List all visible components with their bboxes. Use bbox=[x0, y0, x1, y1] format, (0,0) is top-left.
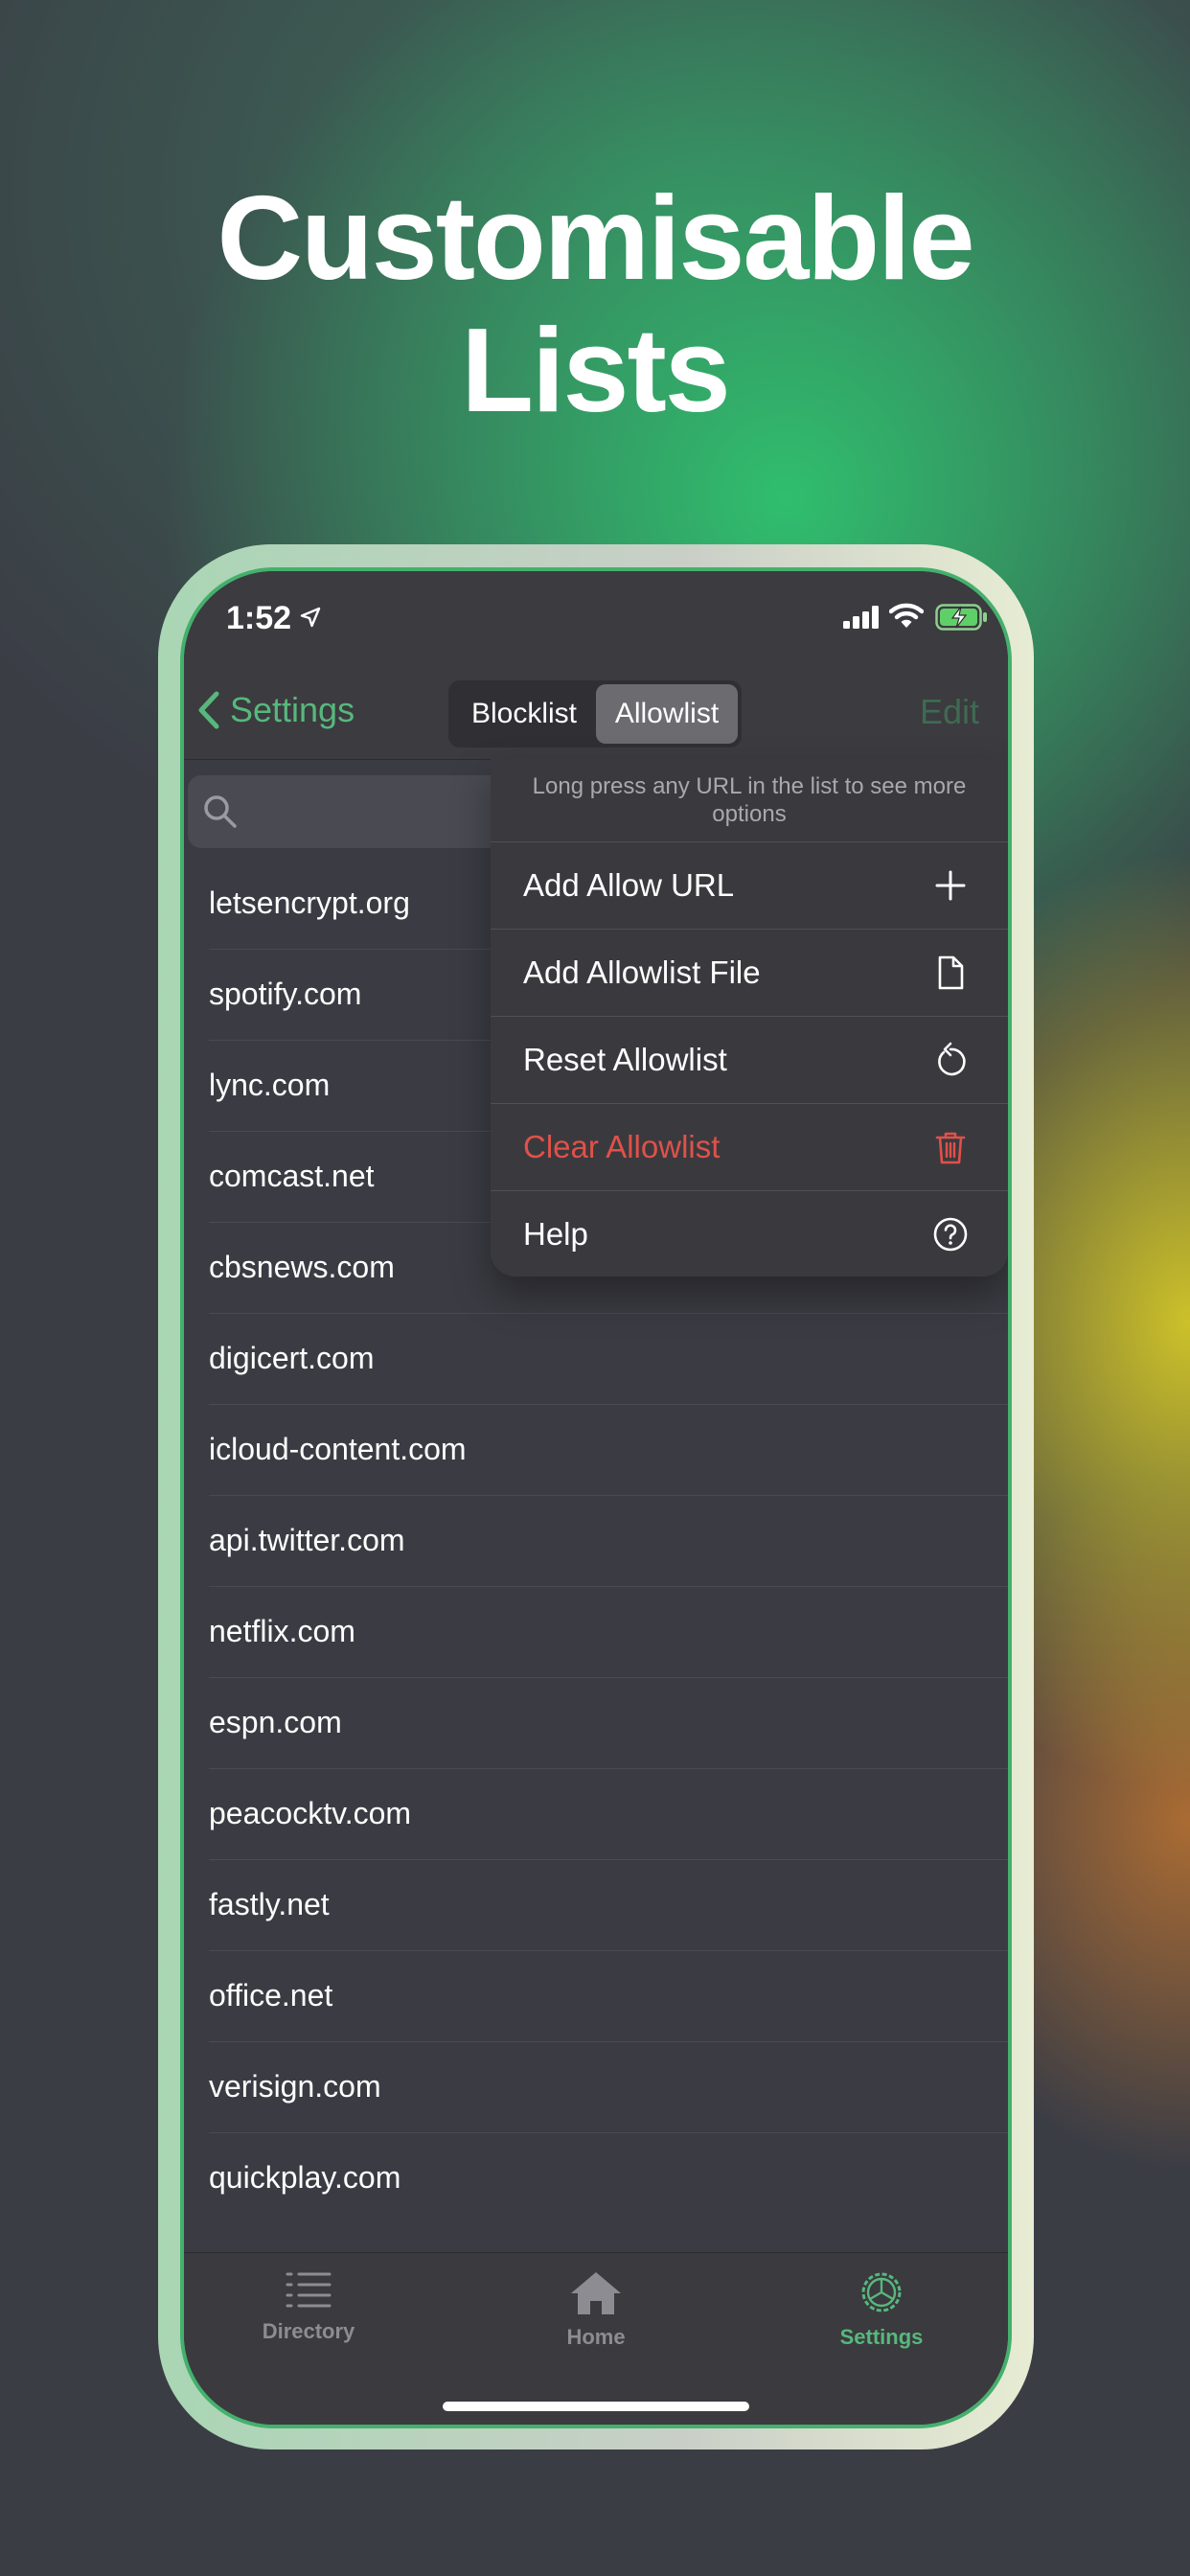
menu-item-label: Reset Allowlist bbox=[523, 1042, 727, 1077]
menu-item-label: Add Allowlist File bbox=[523, 954, 761, 990]
tab-directory[interactable]: Directory bbox=[213, 2268, 404, 2344]
list-type-segmented-control: Blocklist Allowlist bbox=[448, 680, 742, 748]
tab-bar: Directory Home Settings bbox=[184, 2252, 1008, 2425]
list-item-url: espn.com bbox=[209, 1705, 342, 1739]
cellular-signal-icon bbox=[843, 606, 879, 629]
list-item[interactable]: quickplay.com bbox=[184, 2133, 1008, 2224]
list-item-url: api.twitter.com bbox=[209, 1523, 405, 1557]
tab-settings[interactable]: Settings bbox=[786, 2268, 977, 2350]
list-item[interactable]: espn.com bbox=[184, 1678, 1008, 1769]
wifi-icon bbox=[889, 603, 924, 628]
tab-label: Settings bbox=[839, 2325, 924, 2349]
battery-charging-icon bbox=[935, 604, 987, 631]
location-arrow-icon bbox=[300, 607, 321, 628]
headline: Customisable Lists bbox=[0, 172, 1190, 437]
menu-item-label: Help bbox=[523, 1216, 588, 1252]
list-item-url: spotify.com bbox=[209, 977, 362, 1011]
menu-item-add-allowlist-file[interactable]: Add Allowlist File bbox=[491, 929, 1008, 1016]
menu-item-label: Clear Allowlist bbox=[523, 1129, 721, 1164]
list-item[interactable]: api.twitter.com bbox=[184, 1496, 1008, 1587]
list-item-url: cbsnews.com bbox=[209, 1250, 395, 1284]
menu-item-reset-allowlist[interactable]: Reset Allowlist bbox=[491, 1016, 1008, 1103]
tab-label: Directory bbox=[262, 2319, 355, 2343]
back-button-label: Settings bbox=[230, 690, 355, 729]
list-item[interactable]: icloud-content.com bbox=[184, 1405, 1008, 1496]
search-icon bbox=[204, 795, 237, 828]
list-item-url: comcast.net bbox=[209, 1159, 375, 1193]
list-item[interactable]: office.net bbox=[184, 1951, 1008, 2042]
status-time: 1:52 bbox=[226, 600, 292, 636]
menu-item-label: Add Allow URL bbox=[523, 867, 735, 903]
list-item-url: netflix.com bbox=[209, 1614, 355, 1648]
menu-item-help[interactable]: Help bbox=[491, 1190, 1008, 1277]
list-item-url: digicert.com bbox=[209, 1341, 375, 1375]
home-icon bbox=[571, 2272, 621, 2314]
segment-blocklist[interactable]: Blocklist bbox=[452, 684, 596, 744]
back-button[interactable]: Settings bbox=[195, 688, 355, 732]
tab-home[interactable]: Home bbox=[500, 2268, 692, 2350]
edit-button[interactable]: Edit bbox=[920, 692, 979, 732]
list-item-url: icloud-content.com bbox=[209, 1432, 467, 1466]
help-icon bbox=[933, 1217, 968, 1252]
headline-line-2: Lists bbox=[461, 305, 730, 437]
navigation-bar: Settings Blocklist Allowlist Edit bbox=[184, 667, 1008, 760]
trash-icon bbox=[935, 1132, 966, 1164]
list-item[interactable]: peacocktv.com bbox=[184, 1769, 1008, 1860]
document-icon bbox=[938, 955, 964, 990]
menu-item-clear-allowlist[interactable]: Clear Allowlist bbox=[491, 1103, 1008, 1190]
menu-item-add-allow-url[interactable]: Add Allow URL bbox=[491, 841, 1008, 929]
list-item-url: office.net bbox=[209, 1978, 333, 2012]
list-item[interactable]: digicert.com bbox=[184, 1314, 1008, 1405]
list-item-url: lync.com bbox=[209, 1068, 331, 1102]
context-menu: Long press any URL in the list to see mo… bbox=[491, 759, 1008, 1276]
list-item-url: letsencrypt.org bbox=[209, 886, 410, 920]
home-indicator[interactable] bbox=[443, 2402, 749, 2411]
list-item-url: quickplay.com bbox=[209, 2160, 401, 2195]
segment-allowlist[interactable]: Allowlist bbox=[596, 684, 738, 744]
status-bar: 1:52 bbox=[184, 571, 1008, 667]
headline-line-1: Customisable bbox=[217, 172, 974, 305]
search-input[interactable] bbox=[188, 775, 504, 848]
list-item-url: verisign.com bbox=[209, 2069, 381, 2104]
tab-label: Home bbox=[566, 2325, 626, 2349]
plus-icon bbox=[935, 870, 966, 901]
list-item[interactable]: netflix.com bbox=[184, 1587, 1008, 1678]
reset-icon bbox=[938, 1042, 966, 1076]
settings-icon bbox=[861, 2272, 902, 2312]
list-item-url: fastly.net bbox=[209, 1887, 330, 1921]
menu-hint: Long press any URL in the list to see mo… bbox=[532, 773, 967, 827]
list-item[interactable]: verisign.com bbox=[184, 2042, 1008, 2133]
chevron-left-icon bbox=[198, 691, 219, 729]
list-item-url: peacocktv.com bbox=[209, 1796, 412, 1830]
list-icon bbox=[286, 2272, 332, 2308]
list-item[interactable]: fastly.net bbox=[184, 1860, 1008, 1951]
phone-screen: 1:52 Settings Blocklist Allowlist Edit l… bbox=[184, 571, 1008, 2425]
